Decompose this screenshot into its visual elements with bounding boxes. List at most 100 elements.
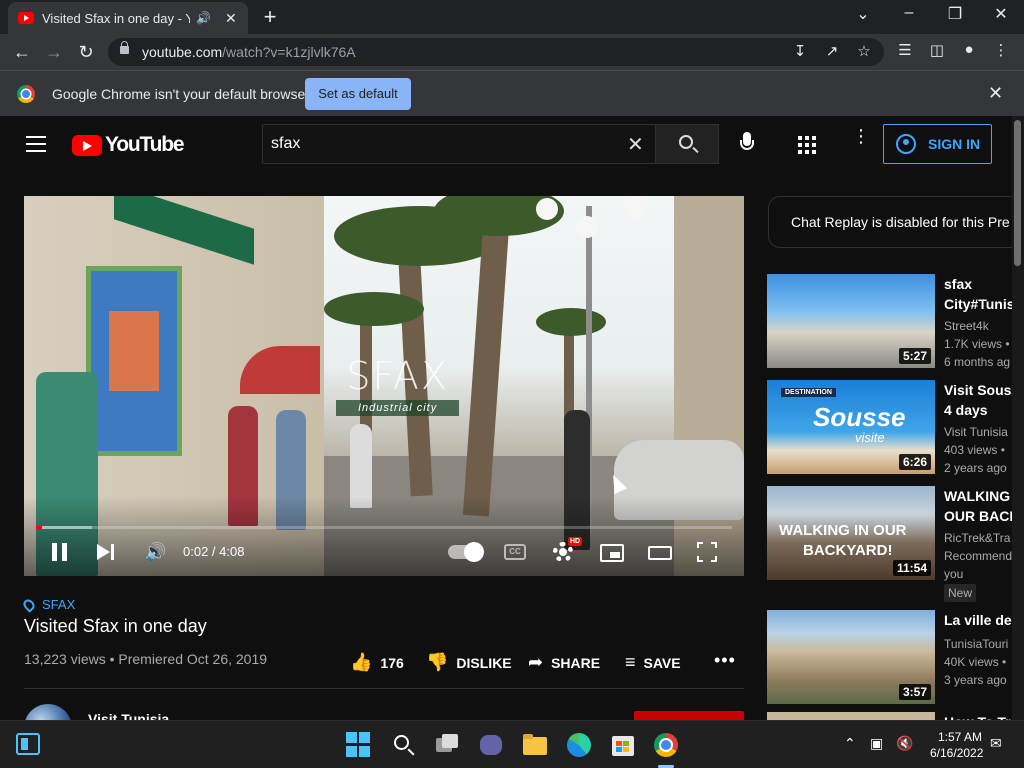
video-thumbnail[interactable] <box>767 712 935 720</box>
time-display: 0:02 / 4:08 <box>183 544 245 559</box>
network-icon[interactable]: ▣ <box>870 735 883 752</box>
restore-button[interactable]: ❐ <box>940 4 970 24</box>
video-thumbnail[interactable]: WALKING IN OUR BACKYARD! 11:54 <box>767 486 935 580</box>
widgets-icon[interactable] <box>16 733 42 759</box>
guide-menu-icon[interactable] <box>26 136 46 152</box>
volume-muted-icon[interactable]: 🔇 <box>896 735 913 752</box>
youtube-play-logo-icon <box>72 134 102 156</box>
youtube-logo[interactable]: YouTube <box>72 133 185 157</box>
new-tab-button[interactable]: + <box>258 4 282 30</box>
microsoft-store-icon[interactable] <box>610 732 636 758</box>
like-button[interactable]: 👍 176 <box>350 652 404 673</box>
page-scrollbar[interactable] <box>1012 116 1024 720</box>
taskbar-search-icon[interactable] <box>391 732 417 758</box>
share-button[interactable]: ➦ SHARE <box>528 652 600 673</box>
clear-search-icon[interactable]: ✕ <box>627 132 644 157</box>
chrome-taskbar-icon[interactable] <box>653 732 679 758</box>
settings-kebab-icon[interactable]: ⋮ <box>852 127 870 145</box>
notifications-icon[interactable]: ✉ <box>990 735 1002 752</box>
search-input[interactable] <box>271 135 611 153</box>
video-duration: 3:57 <box>898 684 931 700</box>
volume-icon[interactable]: 🔊 <box>144 540 166 564</box>
file-explorer-icon[interactable] <box>522 732 548 758</box>
thumbnail-subtext: BACKYARD! <box>803 542 893 559</box>
playlist-add-icon: ≡ <box>625 652 636 672</box>
theater-mode-icon[interactable] <box>648 546 672 560</box>
close-window-button[interactable]: ✕ <box>986 4 1016 24</box>
chat-replay-message: Chat Replay is disabled for this Pre <box>791 214 1010 230</box>
tab-strip: Visited Sfax in one day - YouTube 🔊 ✕ + … <box>0 0 1024 34</box>
thumbnail-subtext: visite <box>855 430 885 445</box>
url-text[interactable]: youtube.com/watch?v=k1zjlvlk76A <box>142 44 356 60</box>
teams-chat-icon[interactable] <box>478 732 504 758</box>
lock-icon[interactable] <box>120 41 129 54</box>
thumbnail-text: WALKING IN OUR <box>779 522 907 539</box>
video-thumbnail[interactable]: 3:57 <box>767 610 935 704</box>
overlay-city-text: SFAX <box>346 354 449 398</box>
task-view-icon[interactable] <box>434 732 460 758</box>
side-panel-icon[interactable]: ◫ <box>926 41 948 59</box>
pause-icon[interactable] <box>51 540 69 564</box>
media-control-icon[interactable]: ☰ <box>894 41 916 59</box>
recommended-video[interactable]: DESTINATION Sousse visite 6:26 Visit Sou… <box>767 380 1023 476</box>
search-box: ✕ <box>262 124 656 164</box>
video-thumbnail[interactable]: DESTINATION Sousse visite 6:26 <box>767 380 935 474</box>
system-clock[interactable]: 1:57 AM 6/16/2022 <box>930 729 984 761</box>
voice-search-mic-icon[interactable] <box>734 126 760 162</box>
address-bar[interactable]: youtube.com/watch?v=k1zjlvlk76A ↧ ↗ ☆ <box>108 38 884 66</box>
location-hashtag[interactable]: SFAX <box>21 596 75 613</box>
share-icon[interactable]: ↗ <box>822 42 842 60</box>
edge-browser-icon[interactable] <box>566 732 592 758</box>
video-player[interactable]: SFAX Industrial city 🔊 0:02 / 4:08 CC HD <box>24 196 744 576</box>
fullscreen-icon[interactable] <box>697 542 717 562</box>
youtube-masthead: YouTube ✕ ⋮ SIGN IN <box>0 116 1024 172</box>
search-button[interactable] <box>655 124 719 164</box>
video-duration: 11:54 <box>892 560 931 576</box>
back-button[interactable]: ← <box>10 40 34 64</box>
chrome-menu-icon[interactable]: ⋮ <box>990 41 1012 59</box>
set-as-default-button[interactable]: Set as default <box>305 78 411 110</box>
install-icon[interactable]: ↧ <box>790 42 810 60</box>
progress-bar[interactable] <box>36 526 732 529</box>
video-thumbnail[interactable]: 5:27 <box>767 274 935 368</box>
windows-start-icon[interactable] <box>346 732 372 758</box>
video-title-overlay: SFAX Industrial city <box>336 354 460 416</box>
forward-button[interactable]: → <box>42 40 66 64</box>
thumbs-up-icon: 👍 <box>350 652 373 672</box>
captions-icon[interactable]: CC <box>504 544 526 560</box>
default-browser-infobar: Google Chrome isn't your default browser… <box>0 70 1024 116</box>
miniplayer-icon[interactable] <box>600 544 624 562</box>
scrollbar-thumb[interactable] <box>1014 120 1021 266</box>
profile-icon[interactable]: ● <box>958 41 980 58</box>
sign-in-button[interactable]: SIGN IN <box>883 124 992 164</box>
browser-tab[interactable]: Visited Sfax in one day - YouTube 🔊 ✕ <box>8 2 248 34</box>
bookmark-star-icon[interactable]: ☆ <box>854 42 874 60</box>
recommended-video[interactable]: 5:27 sfax City#Tunis Street4k 1.7K views … <box>767 274 1023 370</box>
show-hidden-icons-chevron-icon[interactable]: ⌃ <box>844 735 856 752</box>
recommended-video[interactable]: WALKING IN OUR BACKYARD! 11:54 WALKING OU… <box>767 486 1023 602</box>
divider <box>24 688 744 689</box>
recommended-video[interactable]: How To Tr <box>767 712 1023 720</box>
save-button[interactable]: ≡ SAVE <box>625 652 681 673</box>
browser-toolbar: ← → ↻ youtube.com/watch?v=k1zjlvlk76A ↧ … <box>0 34 1024 70</box>
close-infobar-icon[interactable]: ✕ <box>988 83 1003 104</box>
clock-date: 6/16/2022 <box>930 746 984 760</box>
next-video-icon[interactable] <box>97 540 115 564</box>
close-tab-icon[interactable]: ✕ <box>225 10 237 27</box>
minimize-button[interactable]: – <box>894 4 924 22</box>
chat-replay-panel: Chat Replay is disabled for this Pre <box>768 196 1024 248</box>
more-actions-icon[interactable]: ••• <box>714 650 736 671</box>
video-duration: 5:27 <box>898 348 931 364</box>
thumbs-down-icon: 👎 <box>426 652 449 672</box>
reload-button[interactable]: ↻ <box>74 40 98 64</box>
recommended-video[interactable]: 3:57 La ville de TunisiaTouri 40K views … <box>767 610 1023 706</box>
tab-search-chevron-icon[interactable]: ⌄ <box>848 4 878 24</box>
account-icon <box>896 134 916 154</box>
thumbnail-tag: DESTINATION <box>781 388 836 397</box>
dislike-button[interactable]: 👎 DISLIKE <box>426 652 512 673</box>
speaker-icon[interactable]: 🔊 <box>196 11 211 25</box>
apps-grid-icon[interactable] <box>798 136 816 154</box>
share-arrow-icon: ➦ <box>528 652 544 672</box>
autoplay-toggle[interactable] <box>448 542 484 562</box>
progress-played <box>36 526 42 529</box>
